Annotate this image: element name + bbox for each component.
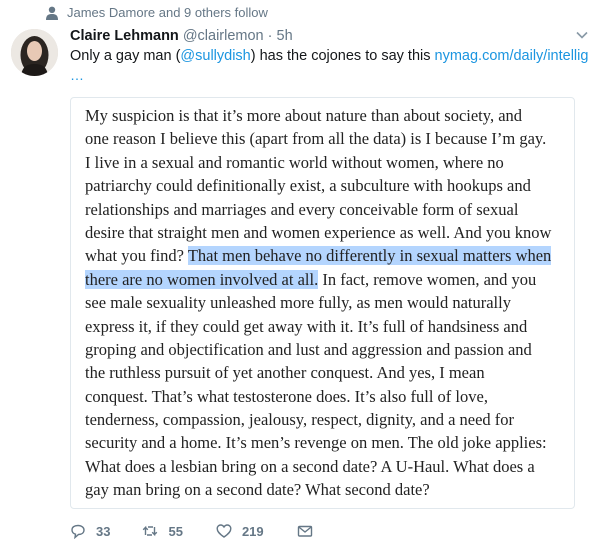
quote-line: relationships and marriages and every co… [85, 198, 575, 221]
tweet-text-prefix: Only a gay man ( [70, 48, 181, 64]
reply-button[interactable]: 33 [70, 523, 110, 539]
quote-text-segment: express it, if they could get away with … [85, 316, 528, 336]
quote-text-segment: My suspicion is that it’s more about nat… [85, 106, 523, 125]
heart-icon [216, 524, 232, 538]
tweet-header: Claire Lehmann @clairlemon · 5h [70, 28, 293, 44]
quote-line: I live in a sexual and romantic world wi… [85, 151, 575, 174]
like-button[interactable]: 219 [216, 523, 264, 539]
expand-ellipsis[interactable]: … [70, 67, 84, 83]
tweet-text-middle: ) has the cojones to say this [250, 48, 435, 64]
quote-text-segment: I live in a sexual and romantic world wi… [85, 152, 504, 172]
quote-text-segment: In fact, remove women, and you [318, 269, 537, 289]
person-icon [46, 6, 58, 20]
quote-line: My suspicion is that it’s more about nat… [85, 104, 575, 127]
social-context: James Damore and 9 others follow [46, 5, 268, 20]
quote-line: see male sexuality unleashed more fully,… [85, 291, 575, 314]
quote-text-segment: the ruthless pursuit of yet another conq… [85, 363, 485, 383]
retweet-button[interactable]: 55 [142, 523, 183, 539]
like-count: 219 [241, 523, 264, 539]
quote-text-segment: what you find? [85, 246, 188, 266]
quote-text-segment: tenderness, compassion, jealousy, respec… [85, 410, 515, 430]
quote-line: security and a home. It’s men’s revenge … [85, 431, 575, 454]
quote-text-segment: patriarchy could definitionally exist, a… [85, 176, 531, 196]
quote-line: desire that straight men and women exper… [85, 221, 575, 244]
quote-text-segment: one reason I believe this (apart from al… [85, 129, 547, 149]
quote-line: one reason I believe this (apart from al… [85, 127, 575, 150]
mention-link[interactable]: @sullydish [180, 48, 250, 64]
quote-text-segment: desire that straight men and women exper… [85, 222, 552, 242]
direct-message-button[interactable] [297, 523, 313, 539]
quote-text: My suspicion is that it’s more about nat… [85, 104, 575, 502]
quote-line: patriarchy could definitionally exist, a… [85, 174, 575, 197]
quote-line: express it, if they could get away with … [85, 315, 575, 338]
quote-text-segment: security and a home. It’s men’s revenge … [85, 433, 547, 453]
quote-line: there are no women involved at all. In f… [85, 268, 575, 291]
author-name[interactable]: Claire Lehmann [70, 28, 179, 44]
quote-text-segment: see male sexuality unleashed more fully,… [85, 293, 511, 313]
quote-text-segment: gay man bring on a second date? What sec… [85, 480, 430, 500]
highlighted-text: there are no women involved at all. [85, 269, 319, 289]
avatar-image [11, 29, 58, 76]
article-link[interactable]: nymag.com/daily/intellig [435, 48, 589, 64]
quote-line: gay man bring on a second date? What sec… [85, 478, 575, 501]
retweet-count: 55 [168, 523, 183, 539]
retweet-icon [143, 525, 158, 537]
social-context-text: James Damore and 9 others follow [67, 5, 268, 20]
quote-text-segment: What does a lesbian bring on a second da… [85, 456, 535, 476]
reply-icon [71, 524, 85, 539]
quote-line: What does a lesbian bring on a second da… [85, 455, 575, 478]
tweet-actions: 33 55 219 [70, 523, 313, 539]
quote-line: groping and objectification and lust and… [85, 338, 575, 361]
quote-line: what you find? That men behave no differ… [85, 244, 575, 267]
highlighted-text: That men behave no differently in sexual… [187, 246, 552, 266]
quote-text-segment: relationships and marriages and every co… [85, 199, 519, 219]
quote-line: the ruthless pursuit of yet another conq… [85, 361, 575, 384]
separator-dot: · [267, 28, 273, 44]
quote-text-segment: groping and objectification and lust and… [85, 339, 532, 359]
avatar[interactable] [11, 29, 58, 76]
chevron-down-icon[interactable] [575, 30, 589, 40]
tweet-text: Only a gay man (@sullydish) has the cojo… [70, 48, 599, 64]
quote-line: tenderness, compassion, jealousy, respec… [85, 408, 575, 431]
reply-count: 33 [96, 523, 111, 539]
tweet-timestamp[interactable]: 5h [277, 28, 293, 44]
envelope-icon [297, 525, 312, 537]
quote-line: conquest. That’s what testosterone does.… [85, 385, 575, 408]
quote-text-segment: conquest. That’s what testosterone does.… [85, 386, 488, 406]
author-handle[interactable]: @clairlemon [183, 28, 264, 44]
